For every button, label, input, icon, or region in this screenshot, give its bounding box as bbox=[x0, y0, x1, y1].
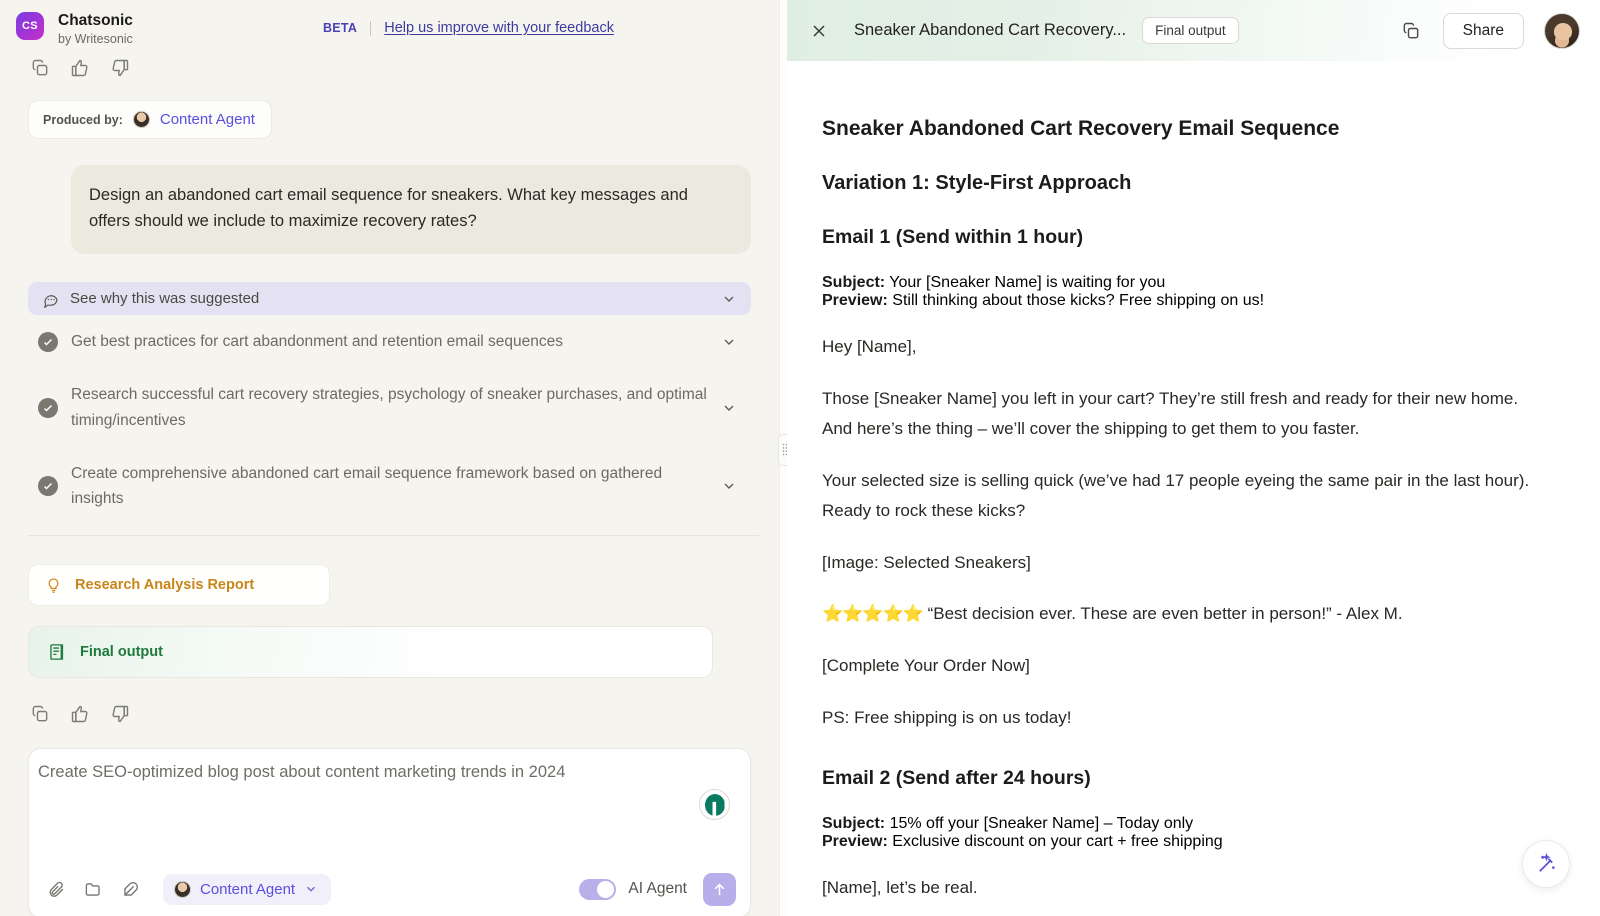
page-title: Sneaker Abandoned Cart Recovery... bbox=[854, 21, 1127, 39]
thumbs-up-icon[interactable] bbox=[70, 58, 90, 78]
check-circle-icon bbox=[38, 397, 58, 418]
magic-wand-icon bbox=[1538, 852, 1555, 872]
chevron-down-icon[interactable] bbox=[721, 334, 737, 350]
send-button[interactable] bbox=[703, 872, 736, 906]
document-variation-heading: Variation 1: Style-First Approach bbox=[822, 172, 1132, 194]
document-header: Sneaker Abandoned Cart Recovery... Final… bbox=[787, 0, 1600, 61]
brand-name: Chatsonic bbox=[58, 12, 133, 29]
list-item[interactable]: Create comprehensive abandoned cart emai… bbox=[28, 447, 751, 526]
chevron-down-icon[interactable] bbox=[721, 478, 737, 494]
email1-preview: Still thinking about those kicks? Free s… bbox=[892, 292, 1265, 309]
scroll-document-icon bbox=[47, 642, 66, 662]
email1-testimonial: “Best decision ever. These are even bett… bbox=[927, 604, 1403, 624]
chatsonic-logo: CS bbox=[16, 12, 44, 40]
document-body: Sneaker Abandoned Cart Recovery Email Se… bbox=[787, 61, 1600, 916]
beta-group: BETA Help us improve with your feedback bbox=[323, 12, 614, 36]
user-prompt-bubble: Design an abandoned cart email sequence … bbox=[71, 165, 751, 255]
subject-label: Subject: bbox=[822, 274, 886, 291]
ai-agent-toggle-label: AI Agent bbox=[628, 880, 687, 897]
agent-selector-pill[interactable]: Content Agent bbox=[163, 873, 332, 905]
avatar[interactable] bbox=[1544, 12, 1580, 49]
list-item-label: Research successful cart recovery strate… bbox=[71, 386, 707, 429]
preview-label: Preview: bbox=[822, 292, 888, 309]
thumbs-down-icon[interactable] bbox=[110, 704, 130, 724]
copy-icon[interactable] bbox=[30, 704, 50, 724]
email2-heading: Email 2 (Send after 24 hours) bbox=[822, 767, 1091, 790]
chat-panel: CS Chatsonic by Writesonic BETA Help us … bbox=[0, 0, 787, 916]
speech-bubble-icon bbox=[42, 291, 58, 308]
status-badge[interactable]: Final output bbox=[1142, 17, 1239, 44]
list-item[interactable]: Get best practices for cart abandonment … bbox=[28, 315, 751, 368]
feedback-link[interactable]: Help us improve with your feedback bbox=[384, 20, 614, 36]
agent-avatar-icon bbox=[174, 880, 191, 898]
close-icon[interactable] bbox=[809, 21, 829, 41]
composer-toolbar: Content Agent AI Agent bbox=[29, 861, 750, 916]
email1-cta: [Complete Your Order Now] bbox=[822, 656, 1030, 676]
copy-icon[interactable] bbox=[30, 58, 50, 78]
email1-heading: Email 1 (Send within 1 hour) bbox=[822, 226, 1084, 248]
app-root: CS Chatsonic by Writesonic BETA Help us … bbox=[0, 0, 1600, 916]
message-composer: Create SEO-optimized blog post about con… bbox=[28, 748, 751, 916]
beta-badge: BETA bbox=[322, 21, 358, 35]
produced-by-card: Produced by: Content Agent bbox=[28, 100, 272, 139]
email1-ps: PS: Free shipping is on us today! bbox=[822, 708, 1072, 728]
copy-icon[interactable] bbox=[1401, 21, 1421, 41]
produced-by-agent[interactable]: Content Agent bbox=[160, 111, 255, 128]
agent-selector-label: Content Agent bbox=[200, 880, 296, 898]
divider bbox=[28, 535, 759, 537]
final-output-card[interactable]: Final output bbox=[28, 626, 713, 679]
email1-subject: Your [Sneaker Name] is waiting for you bbox=[889, 274, 1166, 291]
email1-body-1: Those [Sneaker Name] you left in your ca… bbox=[822, 388, 1519, 438]
produced-by-label: Produced by: bbox=[43, 112, 123, 127]
check-circle-icon bbox=[38, 476, 58, 497]
subject-label: Subject: bbox=[822, 815, 886, 833]
microphone-icon[interactable] bbox=[699, 789, 730, 820]
final-output-label: Final output bbox=[80, 644, 163, 661]
message-actions-top bbox=[0, 58, 787, 78]
lightbulb-icon bbox=[45, 576, 62, 595]
paperclip-icon[interactable] bbox=[47, 880, 66, 899]
folder-icon[interactable] bbox=[84, 880, 103, 899]
agent-avatar-icon bbox=[132, 111, 150, 128]
document-panel: Sneaker Abandoned Cart Recovery... Final… bbox=[787, 0, 1600, 916]
list-item-label: Create comprehensive abandoned cart emai… bbox=[71, 464, 663, 508]
research-analysis-report-label: Research Analysis Report bbox=[75, 577, 255, 594]
thumbs-down-icon[interactable] bbox=[110, 58, 130, 78]
divider bbox=[370, 20, 372, 36]
search-input[interactable]: Create SEO-optimized blog post about con… bbox=[38, 763, 678, 782]
see-why-suggested-row[interactable]: See why this was suggested bbox=[28, 282, 751, 316]
brand-header: CS Chatsonic by Writesonic BETA Help us … bbox=[0, 0, 787, 52]
list-item[interactable]: Research successful cart recovery strate… bbox=[28, 368, 751, 447]
thumbs-up-icon[interactable] bbox=[70, 704, 90, 724]
resize-grip-icon[interactable] bbox=[778, 434, 787, 466]
share-button[interactable]: Share bbox=[1442, 12, 1524, 49]
feather-icon[interactable] bbox=[121, 880, 140, 899]
brand-text-group: Chatsonic by Writesonic bbox=[58, 12, 133, 46]
magic-wand-button[interactable] bbox=[1522, 840, 1570, 888]
email1-image-tag: [Image: Selected Sneakers] bbox=[822, 552, 1031, 572]
preview-label: Preview: bbox=[822, 833, 888, 851]
chevron-down-icon[interactable] bbox=[721, 400, 737, 416]
see-why-suggested-label: See why this was suggested bbox=[70, 290, 260, 308]
check-circle-icon bbox=[38, 331, 58, 352]
chevron-down-icon[interactable] bbox=[721, 291, 737, 307]
research-analysis-report-card[interactable]: Research Analysis Report bbox=[28, 564, 330, 607]
email1-testimonial-line: ⭐⭐⭐⭐⭐ “Best decision ever. These are eve… bbox=[822, 599, 1548, 629]
brand-subtitle: by Writesonic bbox=[58, 31, 133, 46]
panel-resize-handle[interactable] bbox=[778, 0, 787, 916]
chevron-down-icon bbox=[304, 882, 320, 896]
email1-greeting: Hey [Name], bbox=[822, 337, 917, 356]
message-actions-bottom bbox=[0, 704, 787, 724]
email1-body-2: Your selected size is selling quick (we’… bbox=[822, 470, 1530, 520]
email2-subject: 15% off your [Sneaker Name] – Today only bbox=[889, 815, 1194, 833]
email2-greeting: [Name], let’s be real. bbox=[822, 878, 978, 898]
star-rating-icon: ⭐⭐⭐⭐⭐ bbox=[822, 604, 924, 624]
list-item-label: Get best practices for cart abandonment … bbox=[71, 333, 563, 351]
ai-agent-toggle[interactable] bbox=[579, 878, 617, 900]
email2-preview: Exclusive discount on your cart + free s… bbox=[892, 833, 1223, 851]
document-title: Sneaker Abandoned Cart Recovery Email Se… bbox=[822, 117, 1340, 140]
agent-steps-list: Get best practices for cart abandonment … bbox=[28, 315, 751, 525]
